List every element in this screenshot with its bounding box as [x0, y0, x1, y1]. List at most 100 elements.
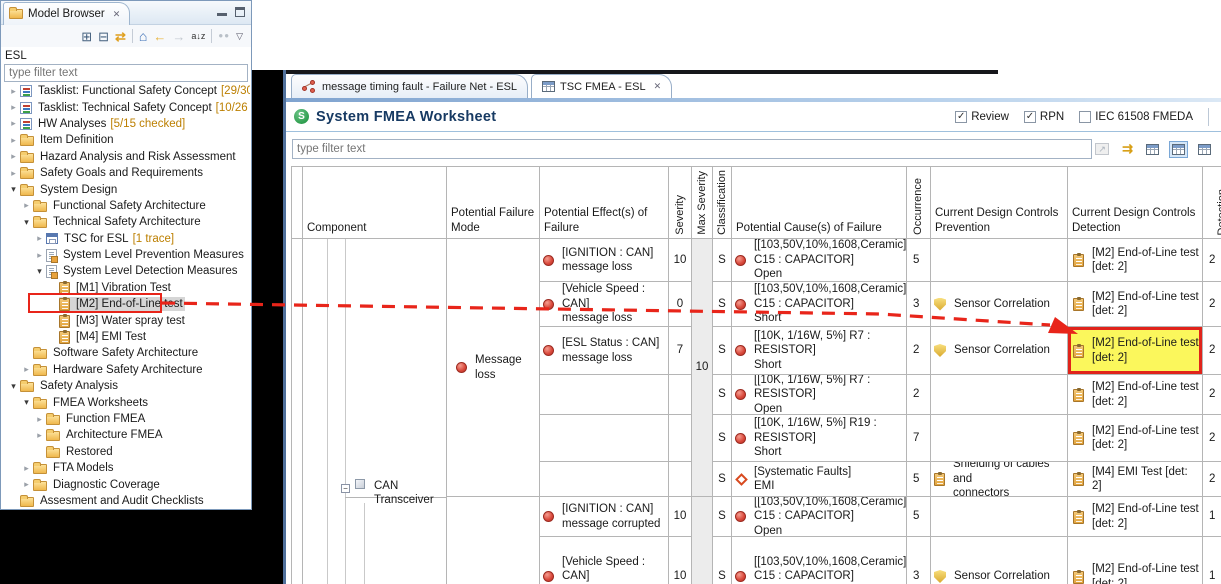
tree-expander-icon[interactable]: ▸	[33, 233, 46, 244]
classification-cell[interactable]: S	[713, 462, 732, 497]
occurrence-cell[interactable]: 5	[907, 497, 931, 537]
review-checkbox[interactable]: ✓	[955, 111, 967, 123]
detach-view-button[interactable]: ↗	[1093, 141, 1111, 157]
detection-value-cell[interactable]: 2	[1203, 327, 1221, 375]
close-icon[interactable]: ✕	[113, 9, 121, 20]
tree-expander-icon[interactable]: ▾	[7, 184, 20, 195]
rpn-checkbox[interactable]: ✓	[1024, 111, 1036, 123]
home-icon[interactable]: ⌂	[139, 29, 147, 43]
sort-az-icon[interactable]: a↓z	[191, 32, 205, 41]
close-icon[interactable]: ✕	[654, 81, 662, 92]
prevention-cell[interactable]: Sensor Correlation	[931, 282, 1068, 327]
collapse-all-icon[interactable]: ⊟	[98, 30, 109, 43]
tree-expander-icon[interactable]: ▸	[7, 168, 20, 179]
effect-cell[interactable]	[540, 462, 669, 497]
tree-item[interactable]: ▾Safety Analysis	[2, 378, 250, 394]
table-filter-field[interactable]	[292, 139, 1092, 159]
effect-cell[interactable]: [Vehicle Speed : CAN]message loss	[540, 282, 669, 327]
tree-item[interactable]: ▸TSC for ESL[1 trace]	[2, 231, 250, 247]
classification-cell[interactable]: S	[713, 537, 732, 584]
prevention-cell[interactable]	[931, 497, 1068, 537]
prevention-cell[interactable]: Sensor Correlation	[931, 537, 1068, 584]
classification-cell[interactable]: S	[713, 375, 732, 415]
tree-expander-icon[interactable]: ▸	[20, 364, 33, 375]
tab-tsc-fmea[interactable]: TSC FMEA - ESL ✕	[531, 74, 672, 98]
layout-compact-button[interactable]	[1144, 142, 1161, 157]
component-node[interactable]: −CANTransceiver	[341, 479, 434, 508]
occurrence-cell[interactable]: 5	[907, 239, 931, 282]
cause-cell[interactable]: [[103,50V,10%,1608,Ceramic]C15 : CAPACIT…	[732, 537, 907, 584]
classification-cell[interactable]: S	[713, 327, 732, 375]
occurrence-cell[interactable]: 2	[907, 327, 931, 375]
occurrence-cell[interactable]: 5	[907, 462, 931, 497]
cause-cell[interactable]: [[103,50V,10%,1608,Ceramic]C15 : CAPACIT…	[732, 497, 907, 537]
tree-expander-icon[interactable]: ▸	[20, 463, 33, 474]
classification-cell[interactable]: S	[713, 497, 732, 537]
tree-expander-icon[interactable]: ▾	[33, 266, 46, 277]
detection-value-cell[interactable]: 2	[1203, 282, 1221, 327]
cause-cell[interactable]: [[10K, 1/16W, 5%] R7 :RESISTOR]Short	[732, 327, 907, 375]
effect-cell[interactable]	[540, 375, 669, 415]
tree-expander-icon[interactable]: ▸	[7, 135, 20, 146]
prevention-cell[interactable]	[931, 239, 1068, 282]
tree-expander-icon[interactable]: ▸	[33, 430, 46, 441]
prevention-cell[interactable]	[931, 375, 1068, 415]
effect-cell[interactable]: [ESL Status : CAN]message loss	[540, 327, 669, 375]
tree-expander-icon[interactable]: ▸	[7, 118, 20, 129]
tree-item[interactable]: Restored	[2, 444, 250, 460]
forward-icon[interactable]: →	[172, 30, 185, 43]
classification-cell[interactable]: S	[713, 239, 732, 282]
tree-item[interactable]: [M3] Water spray test	[2, 312, 250, 328]
failure-mode-cell[interactable]: Message loss	[447, 239, 540, 497]
tree-item[interactable]: ▸Function FMEA	[2, 411, 250, 427]
effect-cell[interactable]	[540, 415, 669, 462]
severity-cell[interactable]: 0	[669, 282, 692, 327]
tree-item[interactable]: ▾Technical Safety Architecture	[2, 214, 250, 230]
cause-cell[interactable]: [[10K, 1/16W, 5%] R19 :RESISTOR]Short	[732, 415, 907, 462]
tree-item[interactable]: ▸Tasklist: Technical Safety Concept[10/2…	[2, 99, 250, 115]
link-with-editor-icon[interactable]: ⇄	[115, 30, 126, 43]
severity-cell[interactable]	[669, 415, 692, 462]
tree-expander-icon[interactable]: ▸	[20, 200, 33, 211]
detection-value-cell[interactable]: 1	[1203, 537, 1221, 584]
tree-expander-icon[interactable]: ▾	[20, 397, 33, 408]
expand-columns-button[interactable]: ⇉	[1120, 139, 1135, 159]
prevention-cell[interactable]: Shielding of cables andconnectors	[931, 462, 1068, 497]
expand-all-icon[interactable]: ⊞	[81, 30, 92, 43]
collapse-expander-icon[interactable]: −	[341, 484, 350, 493]
tree-filter-field[interactable]	[4, 64, 248, 82]
classification-cell[interactable]: S	[713, 282, 732, 327]
tree-item[interactable]: ▸Architecture FMEA	[2, 427, 250, 443]
tree-expander-icon[interactable]: ▸	[20, 479, 33, 490]
maximize-icon[interactable]	[235, 7, 245, 17]
tree-expander-icon[interactable]: ▾	[7, 381, 20, 392]
prevention-cell[interactable]: Sensor Correlation	[931, 327, 1068, 375]
tree-item[interactable]: ▸Functional Safety Architecture	[2, 198, 250, 214]
tree-item[interactable]: [M1] Vibration Test	[2, 280, 250, 296]
tree-item[interactable]: ▸HW Analyses[5/15 checked]	[2, 116, 250, 132]
detection-cell[interactable]: [M4] EMI Test [det: 2]	[1068, 462, 1203, 497]
layout-standard-button[interactable]	[1170, 142, 1187, 157]
tree-expander-icon[interactable]: ▸	[7, 86, 20, 97]
severity-cell[interactable]	[669, 462, 692, 497]
tree-item[interactable]: ▾FMEA Worksheets	[2, 394, 250, 410]
severity-cell[interactable]	[669, 375, 692, 415]
failure-mode-cell[interactable]	[447, 497, 540, 584]
occurrence-cell[interactable]: 3	[907, 537, 931, 584]
iec-fmeda-checkbox[interactable]	[1079, 111, 1091, 123]
tree-filter-input[interactable]	[5, 65, 247, 81]
option-review[interactable]: ✓ Review	[955, 111, 1009, 123]
severity-cell[interactable]: 10	[669, 537, 692, 584]
tree-expander-icon[interactable]: ▸	[7, 102, 20, 113]
severity-cell[interactable]: 7	[669, 327, 692, 375]
table-filter-input[interactable]	[293, 140, 1091, 158]
occurrence-cell[interactable]: 2	[907, 375, 931, 415]
classification-cell[interactable]: S	[713, 415, 732, 462]
minimize-icon[interactable]	[217, 7, 227, 16]
cause-cell[interactable]: [Systematic Faults]EMI	[732, 462, 907, 497]
back-icon[interactable]: ←	[153, 30, 166, 43]
filters-icon[interactable]: ●●	[218, 32, 230, 40]
tree-expander-icon[interactable]: ▸	[7, 151, 20, 162]
tree-item[interactable]: ▸Diagnostic Coverage	[2, 476, 250, 492]
detection-value-cell[interactable]: 1	[1203, 497, 1221, 537]
